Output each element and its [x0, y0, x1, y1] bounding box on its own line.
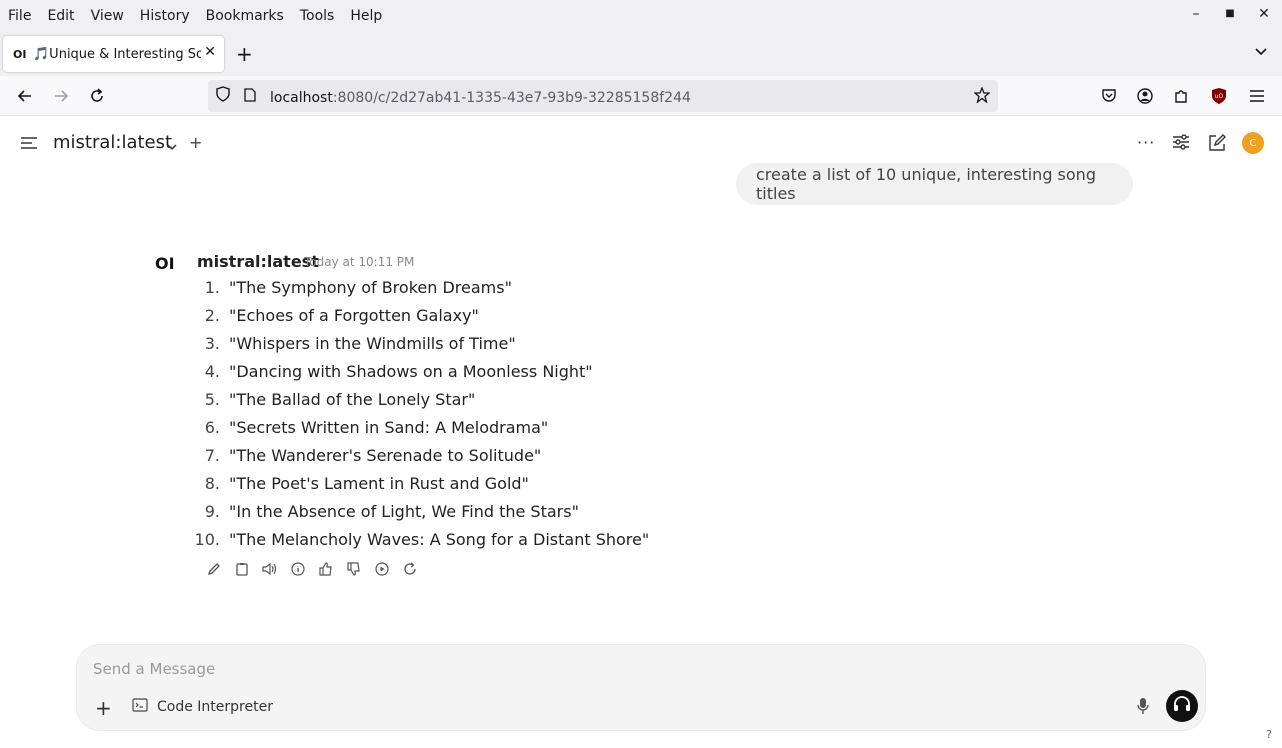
tab-favicon: OI [13, 47, 27, 61]
song-title: "The Symphony of Broken Dreams" [229, 277, 512, 297]
list-number: 7. [204, 445, 220, 465]
continue-play-icon[interactable] [368, 559, 396, 579]
thumbs-down-icon[interactable] [340, 559, 368, 579]
menu-tools[interactable]: Tools [292, 8, 343, 24]
ublock-icon[interactable]: uO [1208, 85, 1230, 107]
list-number: 8. [204, 473, 220, 493]
bookmark-star-icon[interactable] [973, 86, 991, 107]
message-timestamp: Today at 10:11 PM [304, 255, 415, 269]
sidebar-toggle-icon[interactable] [20, 135, 38, 155]
voice-mode-button[interactable] [1166, 690, 1198, 722]
list-number: 3. [204, 333, 220, 353]
song-title: "The Wanderer's Serenade to Solitude" [229, 445, 542, 465]
assistant-logo: OI [155, 254, 175, 273]
minimize-icon[interactable]: – [1186, 6, 1206, 22]
info-icon[interactable] [284, 559, 312, 579]
app-header: mistral:latest + ··· C [0, 117, 1282, 169]
message-actions [200, 559, 424, 579]
controls-sliders-icon[interactable] [1172, 134, 1190, 154]
message-composer: + Code Interpreter [76, 644, 1206, 731]
tab-close-icon[interactable]: ✕ [204, 44, 216, 60]
menu-edit[interactable]: Edit [39, 8, 82, 24]
model-selector-label[interactable]: mistral:latest [53, 132, 172, 153]
list-item: 1. "The Symphony of Broken Dreams" [190, 273, 649, 301]
list-item: 2. "Echoes of a Forgotten Galaxy" [190, 301, 649, 329]
account-icon[interactable] [1134, 85, 1156, 107]
headphones-icon [1173, 696, 1191, 716]
terminal-icon [132, 697, 148, 716]
menu-bookmarks[interactable]: Bookmarks [198, 8, 292, 24]
list-item: 7. "The Wanderer's Serenade to Solitude" [190, 441, 649, 469]
song-title: "Echoes of a Forgotten Galaxy" [229, 305, 479, 325]
list-item: 6. "Secrets Written in Sand: A Melodrama" [190, 413, 649, 441]
menu-bar: File Edit View History Bookmarks Tools H… [0, 0, 1282, 32]
browser-tab[interactable]: OI 🎵Unique & Interesting Song Titles ✕ [3, 36, 224, 72]
list-number: 5. [204, 389, 220, 409]
list-number: 10. [194, 529, 220, 549]
tracking-shield-icon[interactable] [216, 86, 232, 106]
regenerate-icon[interactable] [396, 559, 424, 579]
url-path: :8080/c/2d27ab41-1335-43e7-93b9-32285158… [332, 89, 691, 106]
song-title: "In the Absence of Light, We Find the St… [229, 501, 579, 521]
thumbs-up-icon[interactable] [312, 559, 340, 579]
song-title: "The Ballad of the Lonely Star" [229, 389, 476, 409]
user-avatar[interactable]: C [1242, 132, 1264, 154]
song-title: "The Poet's Lament in Rust and Gold" [229, 473, 529, 493]
tab-strip: OI 🎵Unique & Interesting Song Titles ✕ + [0, 32, 1282, 76]
window-close-icon[interactable]: ✕ [1254, 6, 1274, 22]
code-interpreter-toggle[interactable]: Code Interpreter [132, 697, 273, 716]
list-item: 8. "The Poet's Lament in Rust and Gold" [190, 469, 649, 497]
list-number: 4. [204, 361, 220, 381]
assistant-name: mistral:latest [197, 252, 319, 271]
help-button[interactable]: ? [1266, 728, 1272, 741]
new-tab-icon[interactable]: + [236, 42, 253, 66]
extensions-icon[interactable] [1170, 85, 1192, 107]
code-interpreter-label: Code Interpreter [157, 698, 273, 715]
more-options-icon[interactable]: ··· [1137, 133, 1155, 152]
url-text: localhost:8080/c/2d27ab41-1335-43e7-93b9… [270, 87, 691, 106]
song-title: "Secrets Written in Sand: A Melodrama" [229, 417, 549, 437]
page-icon[interactable] [244, 87, 260, 106]
reload-icon[interactable] [86, 85, 108, 107]
maximize-icon[interactable]: ■ [1220, 8, 1240, 19]
read-aloud-speaker-icon[interactable] [256, 559, 284, 579]
add-model-icon[interactable]: + [189, 133, 202, 152]
song-list: 1. "The Symphony of Broken Dreams" 2. "Ech… [190, 273, 650, 553]
list-item: 4. "Dancing with Shadows on a Moonless Ni… [190, 357, 649, 385]
chevron-down-icon[interactable] [166, 137, 178, 156]
list-number: 2. [204, 305, 220, 325]
menu-view[interactable]: View [83, 8, 132, 24]
edit-pencil-icon[interactable] [200, 559, 228, 579]
list-item: 3. "Whispers in the Windmills of Time" [190, 329, 649, 357]
microphone-icon[interactable] [1136, 697, 1150, 719]
navigation-bar: localhost:8080/c/2d27ab41-1335-43e7-93b9… [0, 76, 1282, 116]
list-item: 9. "In the Absence of Light, We Find the … [190, 497, 649, 525]
user-message-bubble: create a list of 10 unique, interesting … [736, 163, 1133, 205]
url-bar[interactable]: localhost:8080/c/2d27ab41-1335-43e7-93b9… [208, 80, 998, 112]
add-attachment-icon[interactable]: + [95, 696, 112, 720]
song-title: "The Melancholy Waves: A Song for a Dist… [229, 529, 650, 549]
menu-file[interactable]: File [0, 8, 39, 24]
menu-history[interactable]: History [132, 8, 198, 24]
user-message-text: create a list of 10 unique, interesting … [756, 165, 1096, 203]
copy-clipboard-icon[interactable] [228, 559, 256, 579]
pocket-icon[interactable] [1098, 85, 1120, 107]
hamburger-menu-icon[interactable] [1246, 85, 1268, 107]
list-number: 1. [204, 277, 220, 297]
menu-help[interactable]: Help [342, 8, 390, 24]
song-title: "Dancing with Shadows on a Moonless Nigh… [229, 361, 593, 381]
back-icon[interactable] [14, 85, 36, 107]
message-input[interactable] [93, 657, 1093, 681]
list-item: 10. "The Melancholy Waves: A Song for a D… [190, 525, 650, 553]
list-number: 9. [204, 501, 220, 521]
song-title: "Whispers in the Windmills of Time" [229, 333, 516, 353]
forward-icon[interactable] [50, 85, 72, 107]
svg-text:uO: uO [1215, 93, 1224, 100]
list-number: 6. [204, 417, 220, 437]
tab-title: 🎵Unique & Interesting Song Titles [33, 46, 201, 62]
url-host: localhost [270, 89, 333, 106]
tab-list-chevron-icon[interactable] [1254, 44, 1268, 63]
list-item: 5. "The Ballad of the Lonely Star" [190, 385, 649, 413]
new-chat-icon[interactable] [1208, 134, 1226, 156]
